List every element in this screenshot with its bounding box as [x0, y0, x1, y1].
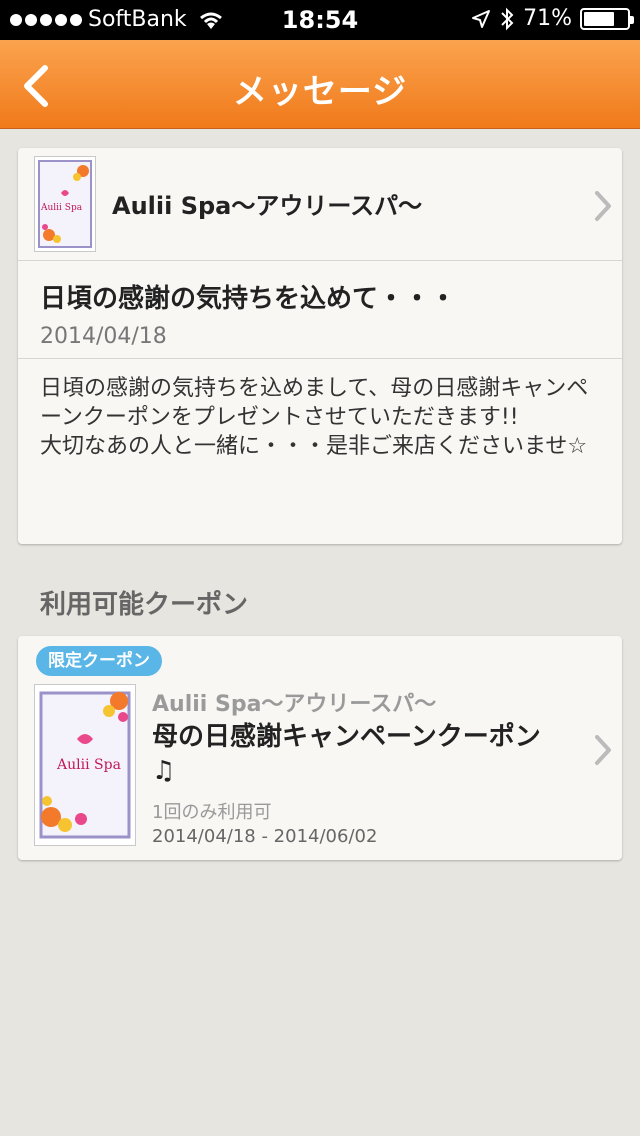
coupon-usage: 1回のみ利用可 — [152, 802, 272, 823]
status-bar: SoftBank 18:54 71% — [0, 0, 640, 40]
message-body: 日頃の感謝の気持ちを込めまして、母の日感謝キャンペーンクーポンをプレゼントさせて… — [40, 376, 589, 459]
battery-icon — [580, 7, 634, 30]
shop-name: Aulii Spa〜アウリースパ〜 — [112, 192, 423, 220]
message-header: 日頃の感謝の気持ちを込めて・・・ 2014/04/18 — [18, 260, 622, 359]
chevron-right-icon — [595, 191, 611, 221]
coupon-thumbnail: Aulii Spa — [34, 684, 136, 846]
shop-row[interactable]: Aulii Spa Aulii Spa〜アウリースパ〜 — [18, 148, 622, 261]
bluetooth-icon — [501, 7, 514, 30]
status-indicators: 71% — [471, 6, 634, 31]
page-title: メッセージ — [232, 72, 408, 112]
chevron-right-icon — [595, 735, 611, 765]
coupon-thumbnail-brand: Aulii Spa — [57, 757, 121, 773]
shop-thumbnail: Aulii Spa — [34, 156, 96, 252]
limited-coupon-badge: 限定クーポン — [36, 646, 162, 676]
message-title: 日頃の感謝の気持ちを込めて・・・ — [40, 284, 457, 314]
coupon-card[interactable]: 限定クーポン Aulii Spa Aulii Spa〜アウリースパ〜 母の日感謝… — [18, 636, 622, 860]
coupon-period: 2014/04/18 - 2014/06/02 — [152, 826, 378, 847]
location-icon — [472, 9, 491, 28]
message-card: Aulii Spa Aulii Spa〜アウリースパ〜 日頃の感謝の気持ちを込め… — [18, 148, 622, 544]
coupon-title: 母の日感謝キャンペーンクーポン♫ — [152, 722, 541, 786]
coupon-shop-name: Aulii Spa〜アウリースパ〜 — [152, 692, 437, 717]
available-coupons-heading: 利用可能クーポン — [40, 590, 249, 620]
shop-thumbnail-brand: Aulii Spa — [41, 203, 83, 213]
message-date: 2014/04/18 — [40, 324, 167, 349]
battery-percent: 71% — [523, 6, 572, 31]
navigation-bar: メッセージ — [0, 40, 640, 129]
